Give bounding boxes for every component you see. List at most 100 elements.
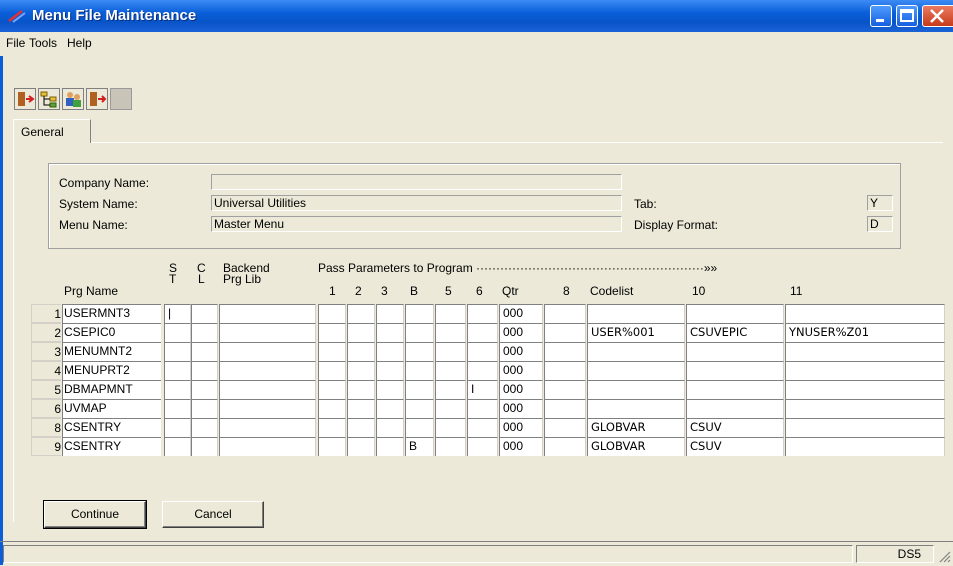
menu-help[interactable]: Help [67, 36, 92, 50]
continue-button[interactable]: Continue [43, 500, 147, 529]
param-10-field[interactable]: CSUV [686, 418, 784, 437]
qtr-field[interactable]: 000 [499, 418, 543, 437]
users-button[interactable] [62, 88, 84, 110]
backend-lib-field[interactable] [219, 380, 316, 399]
param-b-field[interactable] [405, 399, 434, 418]
param-3-field[interactable] [376, 342, 404, 361]
backend-lib-field[interactable] [219, 304, 316, 323]
menu-tools[interactable]: Tools [29, 36, 57, 50]
backend-lib-field[interactable] [219, 323, 316, 342]
param-1-field[interactable] [318, 380, 346, 399]
param-3-field[interactable] [376, 437, 404, 456]
param-11-field[interactable] [785, 342, 945, 361]
cl-field[interactable] [191, 342, 218, 361]
menu-file[interactable]: File [6, 36, 25, 50]
codelist-field[interactable] [587, 380, 685, 399]
param-1-field[interactable] [318, 361, 346, 380]
param-11-field[interactable] [785, 380, 945, 399]
param-1-field[interactable] [318, 304, 346, 323]
param-2-field[interactable] [347, 399, 375, 418]
program-name-field[interactable]: CSEPIC0 [62, 323, 161, 342]
program-name-field[interactable]: USERMNT3 [62, 304, 161, 323]
st-field[interactable] [164, 380, 191, 399]
cl-field[interactable] [191, 323, 218, 342]
cl-field[interactable] [191, 361, 218, 380]
program-name-field[interactable]: UVMAP [62, 399, 161, 418]
param-3-field[interactable] [376, 304, 404, 323]
param-10-field[interactable] [686, 361, 784, 380]
param-6-field[interactable] [467, 418, 498, 437]
param-8-field[interactable] [544, 380, 586, 399]
program-name-field[interactable]: MENUPRT2 [62, 361, 161, 380]
param-10-field[interactable] [686, 380, 784, 399]
tab-general[interactable]: General [13, 119, 91, 143]
backend-lib-field[interactable] [219, 399, 316, 418]
backend-lib-field[interactable] [219, 418, 316, 437]
param-2-field[interactable] [347, 418, 375, 437]
cl-field[interactable] [191, 304, 218, 323]
param-11-field[interactable]: YNUSER%Z01 [785, 323, 945, 342]
param-5-field[interactable] [435, 304, 466, 323]
param-8-field[interactable] [544, 323, 586, 342]
st-field[interactable] [164, 323, 191, 342]
qtr-field[interactable]: 000 [499, 380, 543, 399]
param-b-field[interactable] [405, 380, 434, 399]
codelist-field[interactable] [587, 399, 685, 418]
minimize-button[interactable] [870, 5, 892, 27]
param-b-field[interactable] [405, 361, 434, 380]
codelist-field[interactable]: GLOBVAR [587, 437, 685, 456]
param-3-field[interactable] [376, 418, 404, 437]
codelist-field[interactable] [587, 342, 685, 361]
param-11-field[interactable] [785, 437, 945, 456]
param-10-field[interactable] [686, 399, 784, 418]
backend-lib-field[interactable] [219, 342, 316, 361]
backend-lib-field[interactable] [219, 361, 316, 380]
param-2-field[interactable] [347, 437, 375, 456]
param-2-field[interactable] [347, 323, 375, 342]
st-field[interactable] [164, 361, 191, 380]
qtr-field[interactable]: 000 [499, 342, 543, 361]
cancel-button[interactable]: Cancel [162, 501, 264, 528]
param-b-field[interactable]: B [405, 437, 434, 456]
param-1-field[interactable] [318, 418, 346, 437]
qtr-field[interactable]: 000 [499, 399, 543, 418]
param-8-field[interactable] [544, 418, 586, 437]
param-5-field[interactable] [435, 323, 466, 342]
cl-field[interactable] [191, 380, 218, 399]
param-3-field[interactable] [376, 399, 404, 418]
param-2-field[interactable] [347, 361, 375, 380]
param-5-field[interactable] [435, 437, 466, 456]
close-button[interactable] [922, 5, 953, 27]
qtr-field[interactable]: 000 [499, 437, 543, 456]
codelist-field[interactable] [587, 304, 685, 323]
param-6-field[interactable] [467, 399, 498, 418]
door-arrow-button[interactable] [86, 88, 108, 110]
resize-grip-icon[interactable] [937, 549, 951, 563]
param-b-field[interactable] [405, 342, 434, 361]
codelist-field[interactable] [587, 361, 685, 380]
param-b-field[interactable] [405, 418, 434, 437]
param-6-field[interactable] [467, 304, 498, 323]
param-3-field[interactable] [376, 380, 404, 399]
codelist-field[interactable]: USER%001 [587, 323, 685, 342]
param-8-field[interactable] [544, 342, 586, 361]
param-b-field[interactable] [405, 304, 434, 323]
param-1-field[interactable] [318, 323, 346, 342]
backend-lib-field[interactable] [219, 437, 316, 456]
param-11-field[interactable] [785, 418, 945, 437]
param-10-field[interactable] [686, 342, 784, 361]
tree-button[interactable] [38, 88, 60, 110]
param-5-field[interactable] [435, 342, 466, 361]
param-1-field[interactable] [318, 399, 346, 418]
cl-field[interactable] [191, 399, 218, 418]
param-6-field[interactable] [467, 437, 498, 456]
param-8-field[interactable] [544, 304, 586, 323]
param-6-field[interactable] [467, 342, 498, 361]
param-8-field[interactable] [544, 399, 586, 418]
cl-field[interactable] [191, 437, 218, 456]
param-11-field[interactable] [785, 361, 945, 380]
param-5-field[interactable] [435, 418, 466, 437]
st-field[interactable] [164, 399, 191, 418]
program-name-field[interactable]: MENUMNT2 [62, 342, 161, 361]
st-field[interactable] [164, 418, 191, 437]
